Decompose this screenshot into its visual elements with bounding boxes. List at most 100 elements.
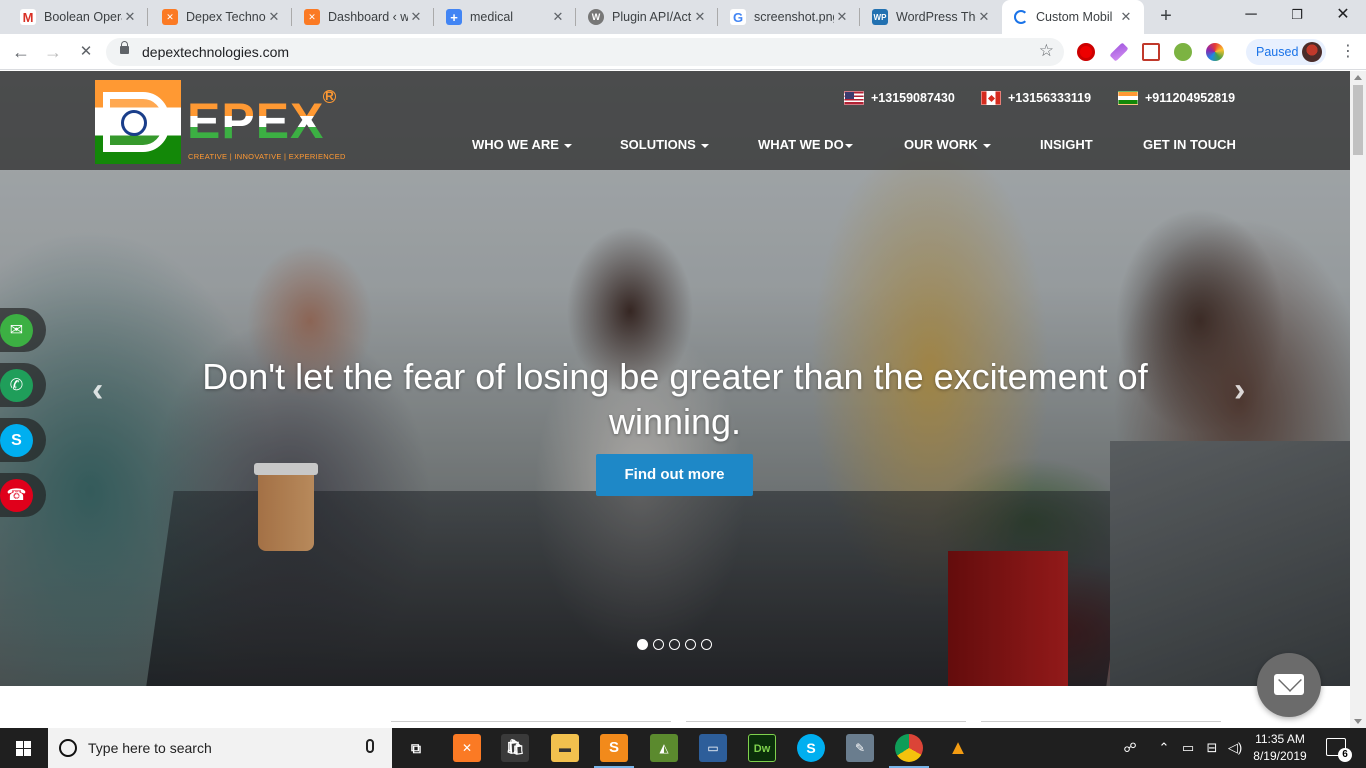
slide-dot[interactable] xyxy=(685,639,696,650)
slide-dot[interactable] xyxy=(669,639,680,650)
xampp-icon[interactable]: ✕ xyxy=(453,734,481,762)
paint-icon[interactable]: ✎ xyxy=(846,734,874,762)
caret-down-icon xyxy=(844,143,853,148)
bookmark-star-icon[interactable]: ☆ xyxy=(1039,41,1054,61)
tab-title: WordPress The xyxy=(896,10,976,24)
back-button[interactable]: ← xyxy=(9,40,33,64)
stop-loading-button[interactable]: ✕ xyxy=(74,40,98,64)
tab-gmail[interactable]: M Boolean Opera ✕ xyxy=(8,0,148,34)
start-button[interactable] xyxy=(0,728,48,768)
close-window-button[interactable]: ✕ xyxy=(1320,0,1366,30)
cortana-icon xyxy=(59,739,77,757)
tab-wordpress-theme[interactable]: WP WordPress The ✕ xyxy=(860,0,1002,34)
phone-india[interactable]: +911204952819 xyxy=(1118,91,1235,105)
chakra-icon xyxy=(121,110,147,136)
find-out-more-button[interactable]: Find out more xyxy=(596,454,753,496)
taskbar-search[interactable]: Type here to search xyxy=(48,728,392,768)
minimize-button[interactable]: ─ xyxy=(1228,0,1274,30)
phone-number: +911204952819 xyxy=(1145,91,1236,105)
skype-icon[interactable]: S xyxy=(797,734,825,762)
address-bar[interactable]: depextechnologies.com ☆ xyxy=(106,38,1064,66)
color-extension-icon[interactable] xyxy=(1206,43,1224,61)
close-icon[interactable]: ✕ xyxy=(122,9,138,25)
green-extension-icon[interactable] xyxy=(1174,43,1192,61)
scroll-up-icon[interactable] xyxy=(1354,75,1362,80)
wp-icon: WP xyxy=(872,9,888,25)
new-tab-button[interactable]: + xyxy=(1154,4,1178,28)
network-app-icon[interactable]: ◭ xyxy=(650,734,678,762)
close-icon[interactable]: ✕ xyxy=(692,9,708,25)
page-scrollbar[interactable] xyxy=(1350,71,1366,728)
tab-dashboard[interactable]: ✕ Dashboard ‹ w ✕ xyxy=(292,0,434,34)
tab-screenshot[interactable]: G screenshot.png ✕ xyxy=(718,0,860,34)
system-clock[interactable]: 11:35 AM 8/19/2019 xyxy=(1240,731,1320,765)
close-icon[interactable]: ✕ xyxy=(266,9,282,25)
sublime-text-icon[interactable]: S xyxy=(594,734,634,768)
search-placeholder: Type here to search xyxy=(88,740,212,756)
close-icon[interactable]: ✕ xyxy=(834,9,850,25)
site-logo[interactable]: EPEX R CREATIVE | INNOVATIVE | EXPERIENC… xyxy=(95,80,345,164)
task-view-icon[interactable]: ⧉ xyxy=(402,734,430,762)
close-icon[interactable]: ✕ xyxy=(976,9,992,25)
chat-message-button[interactable] xyxy=(1257,653,1321,717)
tab-title: Dashboard ‹ w xyxy=(328,10,408,24)
url-text: depextechnologies.com xyxy=(142,44,290,60)
prev-slide-arrow-icon[interactable]: ‹ xyxy=(92,371,103,410)
tab-title: screenshot.png xyxy=(754,10,834,24)
whatsapp-icon: ✆ xyxy=(0,369,33,402)
opera-extension-icon[interactable] xyxy=(1077,43,1095,61)
save-extension-icon[interactable] xyxy=(1142,43,1160,61)
tab-custom-mobile[interactable]: Custom Mobil ✕ xyxy=(1002,0,1144,34)
menu-icon[interactable]: ⋮ xyxy=(1338,42,1358,62)
phone-number: +13156333119 xyxy=(1008,91,1092,105)
nav-insight[interactable]: INSIGHT xyxy=(1040,137,1093,152)
network-icon[interactable]: ⊟ xyxy=(1202,728,1222,768)
close-icon[interactable]: ✕ xyxy=(1118,9,1134,25)
profile-button[interactable]: Paused xyxy=(1246,39,1326,65)
nav-what-we-do[interactable]: WHAT WE DO xyxy=(758,137,853,152)
vlc-icon[interactable]: ▲ xyxy=(944,734,972,762)
tab-medical[interactable]: + medical ✕ xyxy=(434,0,576,34)
chrome-icon[interactable] xyxy=(889,734,929,768)
registered-icon: R xyxy=(323,90,336,103)
next-slide-arrow-icon[interactable]: › xyxy=(1234,371,1245,410)
tab-title: Custom Mobil xyxy=(1036,10,1113,24)
social-whatsapp[interactable]: ✆ xyxy=(0,363,46,407)
logo-word: EPEX xyxy=(187,93,325,149)
pen-extension-icon[interactable] xyxy=(1109,42,1129,62)
nav-get-in-touch[interactable]: GET IN TOUCH xyxy=(1143,137,1236,152)
people-icon[interactable]: ☍ xyxy=(1118,728,1142,768)
file-explorer-icon[interactable]: ▬ xyxy=(551,734,579,762)
close-icon[interactable]: ✕ xyxy=(408,9,424,25)
chevron-up-icon[interactable]: ⌃ xyxy=(1154,728,1174,768)
logo-tagline: CREATIVE | INNOVATIVE | EXPERIENCED xyxy=(188,152,346,161)
lock-icon xyxy=(120,41,129,54)
dreamweaver-icon[interactable]: Dw xyxy=(748,734,776,762)
close-icon[interactable]: ✕ xyxy=(550,9,566,25)
action-center-icon[interactable]: 6 xyxy=(1326,738,1352,762)
tab-depex[interactable]: ✕ Depex Technol ✕ xyxy=(150,0,292,34)
restore-button[interactable]: ❐ xyxy=(1274,0,1320,30)
browser-toolbar: ← → ✕ depextechnologies.com ☆ Paused ⋮ xyxy=(0,34,1366,70)
phone-us[interactable]: +13159087430 xyxy=(844,91,955,105)
slide-dot[interactable] xyxy=(701,639,712,650)
social-skype[interactable]: S xyxy=(0,418,46,462)
phone-canada[interactable]: +13156333119 xyxy=(981,91,1091,105)
slide-dot[interactable] xyxy=(653,639,664,650)
forward-button[interactable]: → xyxy=(41,40,65,64)
email-icon: ✉ xyxy=(0,314,33,347)
battery-icon[interactable]: ▭ xyxy=(1178,728,1198,768)
laptop-app-icon[interactable]: ▭ xyxy=(699,734,727,762)
nav-who-we-are[interactable]: WHO WE ARE xyxy=(472,137,572,152)
profile-status: Paused xyxy=(1256,45,1299,59)
scroll-down-icon[interactable] xyxy=(1354,719,1362,724)
social-phone[interactable]: ☎ xyxy=(0,473,46,517)
tab-plugin-api[interactable]: W Plugin API/Act ✕ xyxy=(576,0,718,34)
nav-solutions[interactable]: SOLUTIONS xyxy=(620,137,709,152)
social-email[interactable]: ✉ xyxy=(0,308,46,352)
slide-dot[interactable] xyxy=(637,639,648,650)
nav-our-work[interactable]: OUR WORK xyxy=(904,137,991,152)
scroll-thumb[interactable] xyxy=(1353,85,1363,155)
store-icon[interactable]: 🛍 xyxy=(501,734,529,762)
microphone-icon[interactable] xyxy=(366,739,374,753)
